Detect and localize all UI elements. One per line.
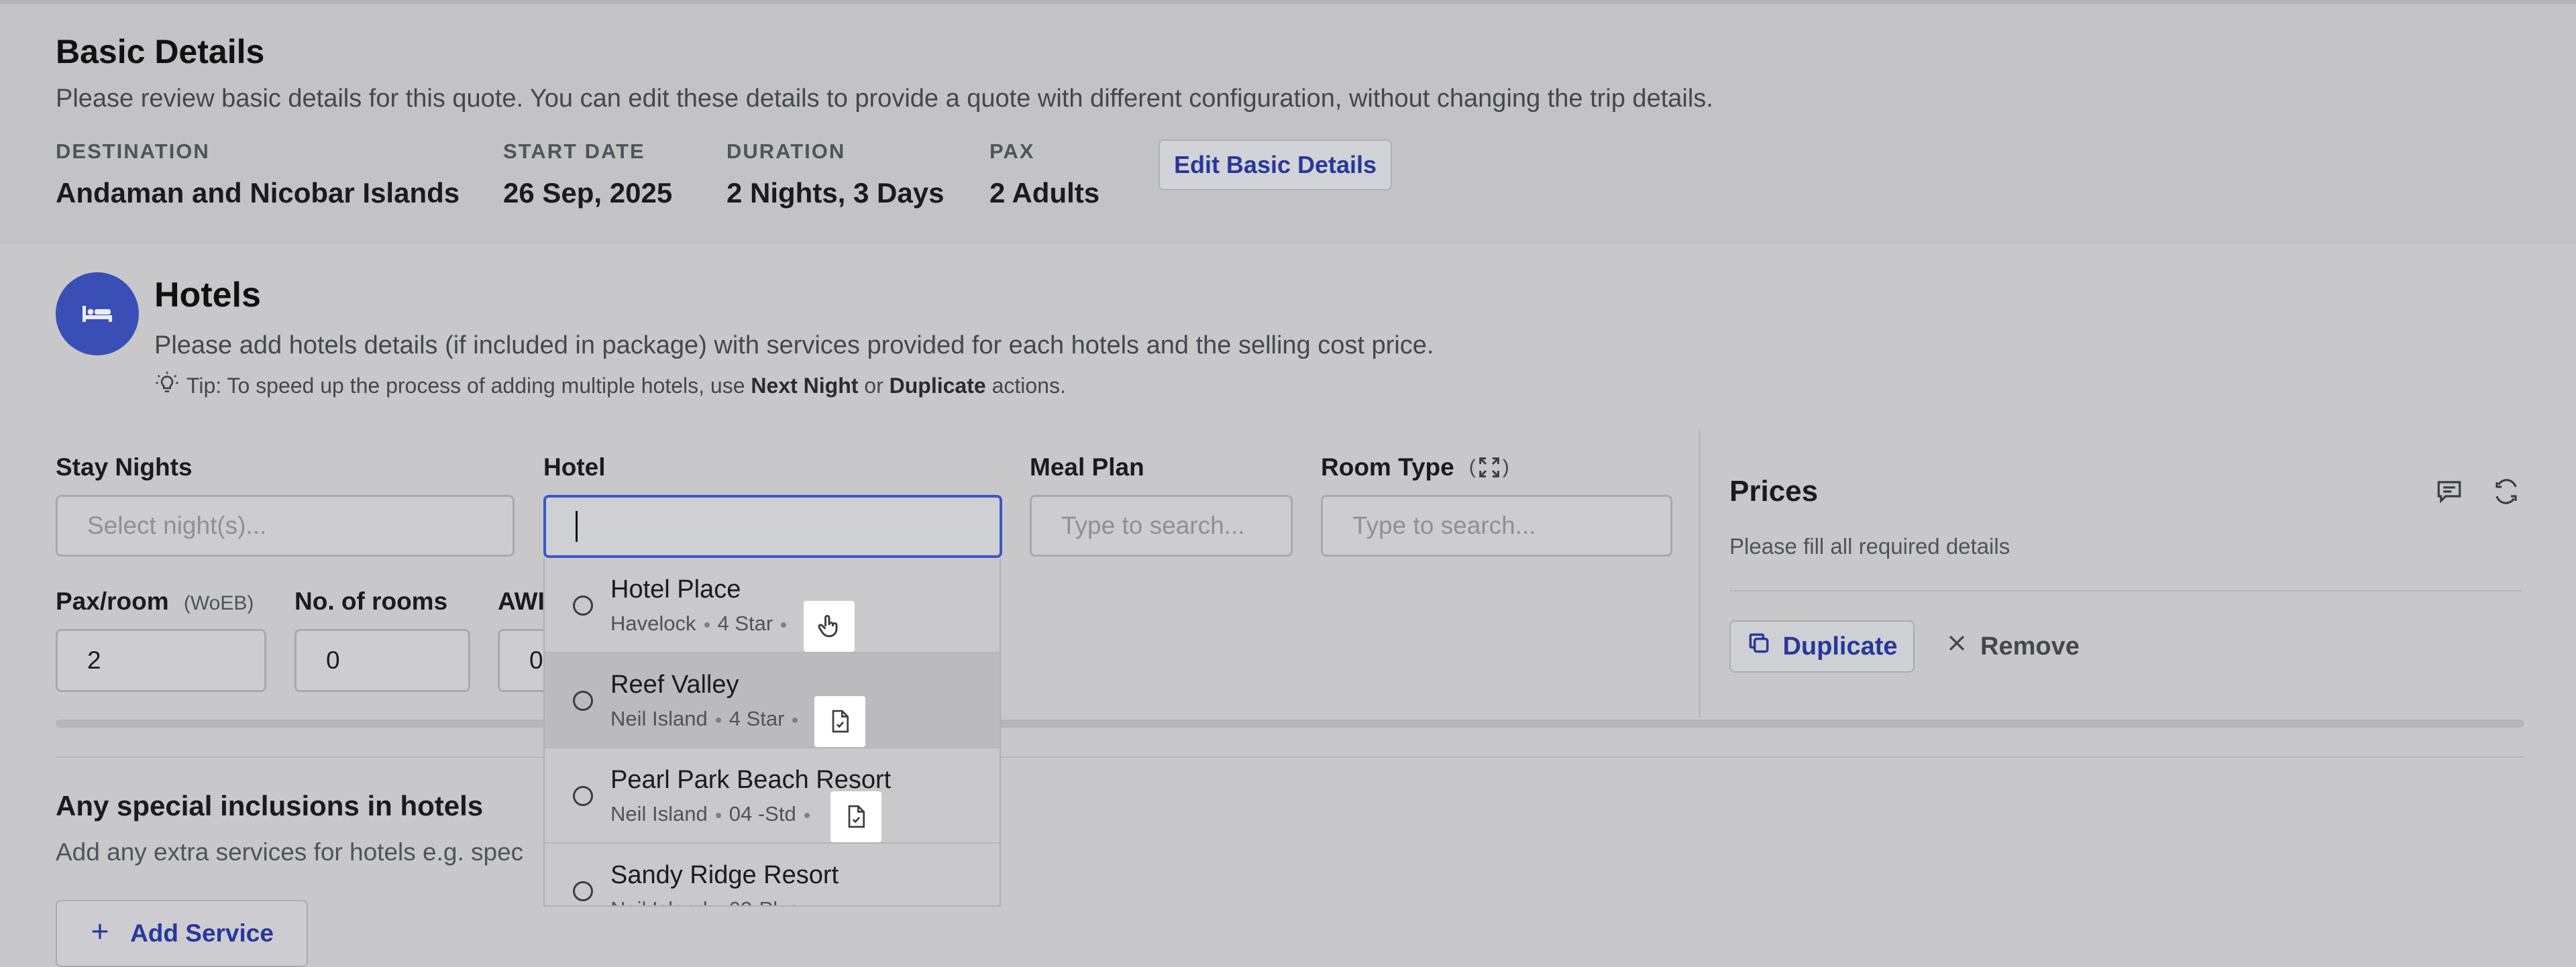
pax-room-hint: (WoEB) [183,592,254,614]
lightbulb-icon [154,370,180,401]
hotel-option-details: Havelock 4 Star [610,612,794,636]
edit-basic-details-button[interactable]: Edit Basic Details [1159,139,1392,190]
duration-label: DURATION [727,139,846,163]
pax-room-label: Pax/room (WoEB) [56,587,254,616]
stay-nights-placeholder: Select night(s)... [87,512,267,539]
start-date-label: START DATE [503,139,645,163]
comment-icon[interactable] [2435,477,2463,509]
duration-value: 2 Nights, 3 Days [727,177,945,209]
rooms-input[interactable]: 0 [294,629,470,692]
hotel-dropdown: Hotel Place Havelock 4 Star Reef Valley N… [543,558,1001,907]
refresh-icon[interactable] [2492,477,2520,509]
room-type-input[interactable]: Type to search... [1321,495,1672,557]
bed-icon [56,272,139,355]
prices-hint: Please fill all required details [1729,534,2010,559]
special-inclusions-description: Add any extra services for hotels e.g. s… [56,838,524,866]
pax-room-label-text: Pax/room [56,587,169,615]
hotel-option[interactable]: Hotel Place Havelock 4 Star [545,558,1000,653]
destination-value: Andaman and Nicobar Islands [56,177,460,209]
radio-button[interactable] [573,595,593,616]
meal-plan-input[interactable]: Type to search... [1030,495,1293,557]
file-check-icon[interactable] [814,696,865,747]
duplicate-button[interactable]: Duplicate [1729,620,1915,673]
hotel-option[interactable]: Sandy Ridge Resort Neil Island 03-Plus [545,844,1000,905]
meal-plan-label: Meal Plan [1030,453,1144,481]
radio-button[interactable] [573,881,593,901]
pax-value: 2 Adults [989,177,1100,209]
hotel-option-location: Neil Island [610,707,708,730]
prices-title: Prices [1729,475,1819,508]
hotel-option-name: Hotel Place [610,575,741,604]
hotels-description: Please add hotels details (if included i… [154,331,1434,359]
hotel-search-input[interactable] [543,495,1002,558]
pax-room-value: 2 [87,646,101,674]
add-service-label: Add Service [130,919,274,947]
text-caret [576,511,578,542]
hotel-option[interactable]: Reef Valley Neil Island 4 Star [545,653,1000,748]
room-type-placeholder: Type to search... [1352,512,1536,539]
basic-details-title: Basic Details [56,33,265,70]
awb-label: AWI [498,587,545,615]
close-icon [1945,632,1968,661]
prices-divider [1699,429,1701,718]
tip-suffix: actions. [991,373,1066,398]
rooms-label: No. of rooms [294,587,448,615]
meal-plan-placeholder: Type to search... [1061,512,1245,539]
prices-divider-line [1729,590,2521,591]
add-service-button[interactable]: Add Service [56,900,308,967]
stay-nights-select[interactable]: Select night(s)... [56,495,515,557]
expand-icon[interactable]: () [1469,454,1509,481]
stay-nights-label: Stay Nights [56,453,193,481]
file-check-icon[interactable] [830,791,881,842]
copy-icon [1746,630,1772,663]
hotel-option-details: Neil Island 4 Star [610,707,806,731]
tip-duplicate: Duplicate [889,373,986,398]
radio-button[interactable] [573,786,593,806]
hotel-option-name: Reef Valley [610,671,739,699]
destination-label: DESTINATION [56,139,210,163]
hand-pointer-icon[interactable] [804,601,855,652]
hotels-title: Hotels [154,276,261,315]
tip-text: Tip: To speed up the process of adding m… [186,373,745,398]
plus-icon [90,919,110,948]
section-divider [56,756,2524,758]
hotel-option-details: Neil Island 04 -Std [610,802,818,826]
tip-next-night: Next Night [751,373,859,398]
hotel-option-details: Neil Island 03-Plus [610,897,821,905]
special-inclusions-title: Any special inclusions in hotels [56,790,484,821]
rooms-value: 0 [326,646,340,674]
tip-or: or [864,373,883,398]
hotel-option-location: Neil Island [610,897,708,905]
hotel-option-location: Neil Island [610,802,708,826]
remove-label: Remove [1980,632,2080,661]
pax-label: PAX [989,139,1035,163]
hotel-option[interactable]: Pearl Park Beach Resort Neil Island 04 -S… [545,748,1000,844]
hotel-option-category: 4 Star [717,612,773,635]
room-type-label: Room Type [1321,453,1454,481]
hotel-option-location: Havelock [610,612,696,635]
radio-button[interactable] [573,691,593,711]
basic-details-description: Please review basic details for this quo… [56,84,1713,113]
hotel-option-name: Sandy Ridge Resort [610,861,839,889]
hotel-option-category: 04 -Std [729,802,796,826]
pax-room-input[interactable]: 2 [56,629,266,692]
hotel-option-category: 4 Star [729,707,785,730]
start-date-value: 26 Sep, 2025 [503,177,673,209]
remove-button[interactable]: Remove [1945,620,2080,673]
hotel-option-category: 03-Plus [729,897,800,905]
hotel-label: Hotel [543,453,606,481]
awb-input[interactable]: 0 [498,629,545,692]
hotel-option-name: Pearl Park Beach Resort [610,766,892,794]
room-type-label-row: Room Type () [1321,453,1509,481]
awb-value: 0 [529,646,543,674]
horizontal-scrollbar[interactable] [56,720,2524,728]
duplicate-label: Duplicate [1782,632,1898,661]
hotels-tip: Tip: To speed up the process of adding m… [154,370,1066,401]
